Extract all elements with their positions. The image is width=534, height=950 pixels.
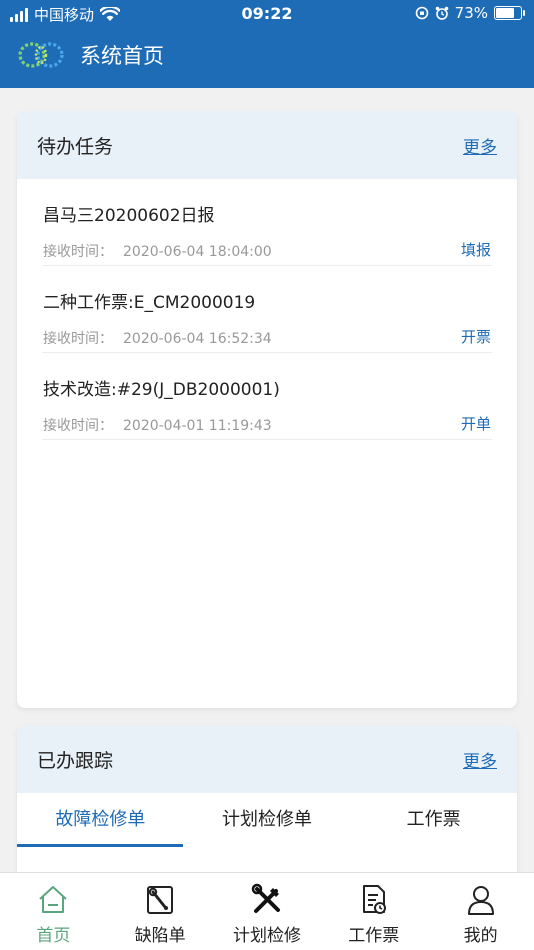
done-tabs: 故障检修单 计划检修单 工作票 <box>17 793 517 849</box>
done-card-title: 已办跟踪 <box>37 749 114 772</box>
done-card: 已办跟踪 更多 故障检修单 计划检修单 工作票 <box>17 725 517 885</box>
nav-item-ticket[interactable]: 工作票 <box>320 873 427 950</box>
done-card-header: 已办跟踪 更多 <box>17 725 517 793</box>
bottom-nav: 首页 缺陷单 计划检修 工作票 我的 <box>0 872 534 950</box>
battery-icon <box>494 6 525 20</box>
title-bar: 系统首页 <box>0 30 534 80</box>
todo-item-name: 昌马三20200602日报 <box>43 206 215 226</box>
page-title: 系统首页 <box>80 44 164 68</box>
todo-item-time-label: 接收时间： <box>43 244 113 260</box>
home-icon <box>39 886 68 913</box>
todo-list: 昌马三20200602日报 接收时间： 2020-06-04 18:04:00 填… <box>17 179 517 440</box>
todo-item-name: 技术改造:#29(J_DB2000001) <box>43 380 280 400</box>
todo-item-time-label: 接收时间： <box>43 331 113 347</box>
todo-item-action-button[interactable]: 开单 <box>461 413 491 434</box>
status-right: 73% <box>415 4 525 22</box>
done-more-link[interactable]: 更多 <box>463 747 497 772</box>
todo-item-time-label: 接收时间： <box>43 418 113 434</box>
nav-label: 首页 <box>36 926 71 946</box>
nav-item-mine[interactable]: 我的 <box>427 873 534 950</box>
app-logo-icon <box>18 42 64 68</box>
todo-item-time: 接收时间： 2020-06-04 18:04:00 <box>43 241 272 261</box>
todo-item-time-value: 2020-06-04 16:52:34 <box>123 331 272 347</box>
todo-item-time: 接收时间： 2020-06-04 16:52:34 <box>43 328 272 348</box>
todo-card-header: 待办任务 更多 <box>17 111 517 179</box>
todo-card: 待办任务 更多 昌马三20200602日报 接收时间： 2020-06-04 18… <box>17 111 517 708</box>
nav-item-defect[interactable]: 缺陷单 <box>107 873 214 950</box>
tools-icon <box>251 883 280 913</box>
app-header: 中国移动 09:22 73% 系统首页 <box>0 0 534 88</box>
ticket-icon <box>362 885 386 914</box>
todo-item-time-value: 2020-04-01 11:19:43 <box>123 418 272 434</box>
todo-item-name: 二种工作票:E_CM2000019 <box>43 293 256 313</box>
alarm-icon <box>435 6 448 20</box>
nav-label: 我的 <box>463 926 498 946</box>
tab-work-ticket[interactable]: 工作票 <box>350 793 517 849</box>
defect-wrench-icon <box>147 886 174 914</box>
rotation-lock-icon <box>415 6 428 20</box>
nav-label: 缺陷单 <box>134 926 186 946</box>
nav-item-planned[interactable]: 计划检修 <box>214 873 321 950</box>
todo-item[interactable]: 技术改造:#29(J_DB2000001) 接收时间： 2020-04-01 11… <box>42 353 492 440</box>
battery-percent: 73% <box>454 4 488 22</box>
tab-planned-repair[interactable]: 计划检修单 <box>184 793 351 849</box>
active-tab-indicator <box>17 844 183 847</box>
todo-item-time-value: 2020-06-04 18:04:00 <box>123 244 272 260</box>
user-icon <box>467 886 494 915</box>
todo-item[interactable]: 二种工作票:E_CM2000019 接收时间： 2020-06-04 16:52:… <box>42 266 492 353</box>
todo-more-link[interactable]: 更多 <box>463 133 497 158</box>
todo-card-title: 待办任务 <box>37 135 114 158</box>
nav-item-home[interactable]: 首页 <box>0 873 107 950</box>
todo-item[interactable]: 昌马三20200602日报 接收时间： 2020-06-04 18:04:00 填… <box>42 179 492 266</box>
nav-label: 工作票 <box>348 926 400 946</box>
status-bar: 中国移动 09:22 73% <box>0 0 534 28</box>
tab-fault-repair[interactable]: 故障检修单 <box>17 793 184 849</box>
todo-item-time: 接收时间： 2020-04-01 11:19:43 <box>43 415 272 435</box>
todo-item-action-button[interactable]: 填报 <box>461 239 491 260</box>
nav-label: 计划检修 <box>232 926 301 946</box>
todo-item-action-button[interactable]: 开票 <box>461 326 491 347</box>
